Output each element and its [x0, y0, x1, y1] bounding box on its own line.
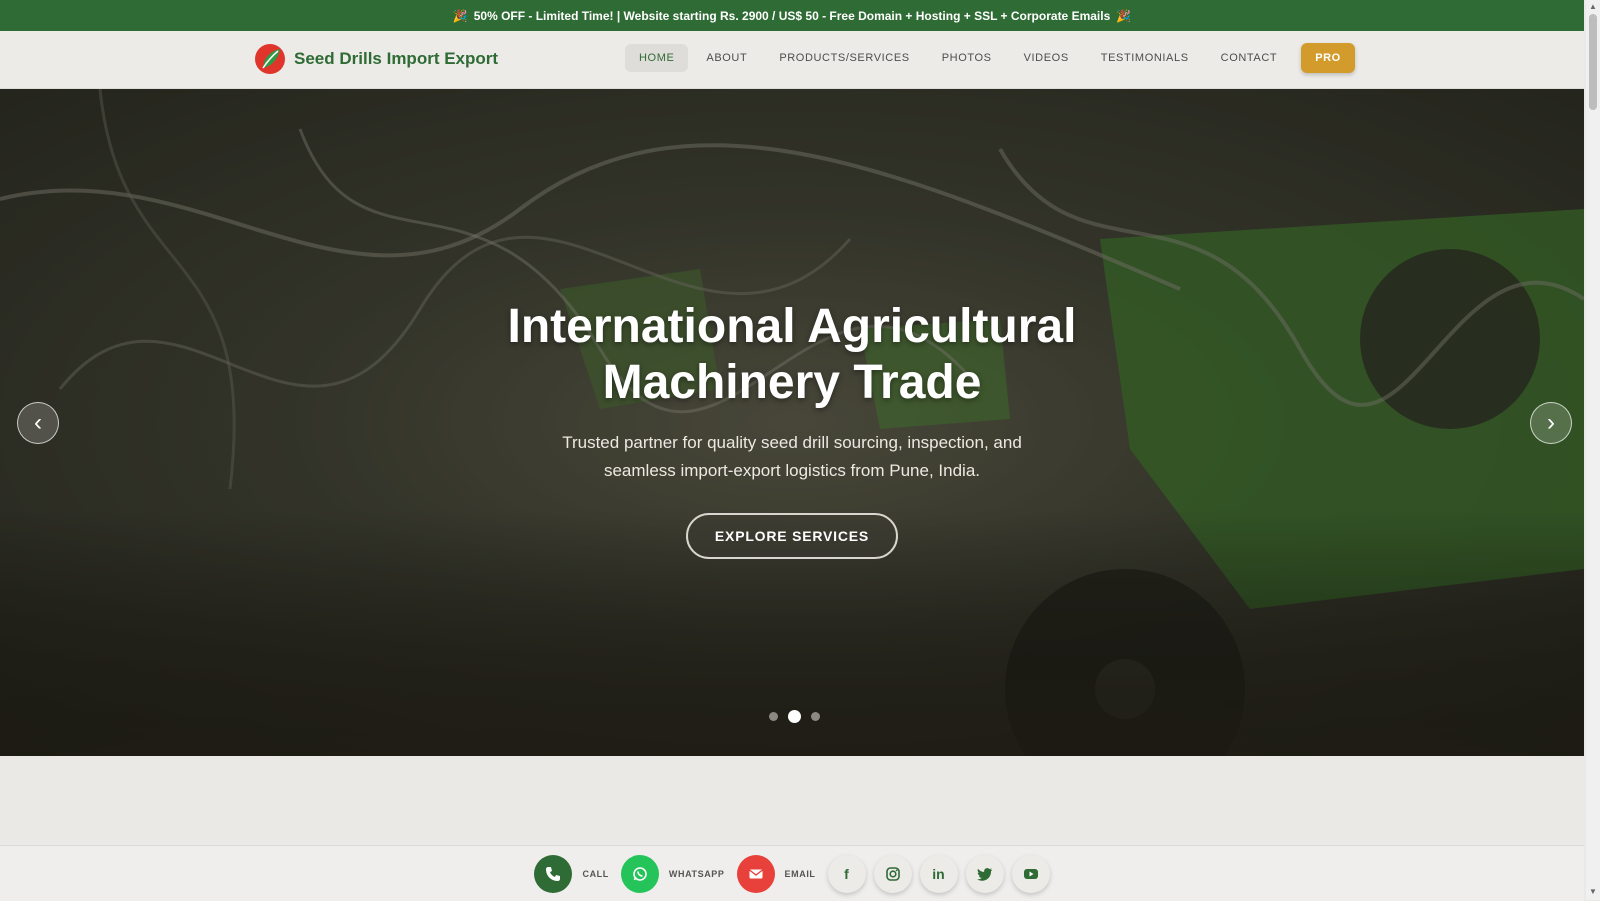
nav-testimonials[interactable]: TESTIMONIALS — [1087, 44, 1203, 72]
call-label: CALL — [582, 868, 609, 879]
party-popper-icon: 🎉 — [1116, 8, 1132, 23]
email-button[interactable] — [736, 854, 775, 893]
envelope-icon — [748, 868, 763, 878]
email-action[interactable]: EMAIL — [736, 854, 816, 893]
party-popper-icon: 🎉 — [452, 8, 468, 23]
hero-subtitle: Trusted partner for quality seed drill s… — [562, 433, 1022, 480]
page-scrollbar[interactable]: ▲ ▼ — [1586, 0, 1600, 900]
whatsapp-button[interactable] — [620, 854, 659, 893]
hero-title: International Agricultural Machinery Tra… — [507, 300, 1077, 409]
scroll-down-icon[interactable]: ▼ — [1588, 887, 1598, 897]
phone-icon — [546, 866, 561, 881]
prev-slide-button[interactable]: ‹ — [17, 402, 59, 444]
contact-action-bar: CALL WHATSAPP EMAIL f in — [0, 845, 1584, 901]
next-slide-button[interactable]: › — [1530, 402, 1572, 444]
chevron-right-icon: › — [1547, 409, 1555, 436]
whatsapp-label: WHATSAPP — [668, 868, 725, 879]
slide-dot-3[interactable] — [811, 712, 820, 721]
scroll-up-icon[interactable]: ▲ — [1588, 2, 1598, 12]
instagram-button[interactable] — [873, 854, 912, 893]
call-button[interactable] — [534, 854, 573, 893]
site-header: Seed Drills Import Export HOME ABOUT PRO… — [0, 31, 1584, 89]
email-label: EMAIL — [784, 868, 816, 879]
chevron-left-icon: ‹ — [34, 409, 42, 436]
facebook-icon: f — [844, 865, 849, 882]
linkedin-icon: in — [932, 865, 945, 882]
nav-videos[interactable]: VIDEOS — [1010, 44, 1083, 72]
youtube-button[interactable] — [1011, 854, 1050, 893]
hero-slider: International Agricultural Machinery Tra… — [0, 89, 1584, 756]
nav-photos[interactable]: PHOTOS — [928, 44, 1006, 72]
whatsapp-action[interactable]: WHATSAPP — [620, 854, 725, 893]
promo-text: 50% OFF - Limited Time! | Website starti… — [473, 8, 1111, 23]
scroll-thumb[interactable] — [1589, 14, 1597, 110]
slide-dot-1[interactable] — [769, 712, 778, 721]
brand-logo-link[interactable]: Seed Drills Import Export — [254, 43, 498, 75]
brand-name: Seed Drills Import Export — [294, 49, 499, 68]
pro-button[interactable]: PRO — [1301, 43, 1355, 73]
twitter-icon — [976, 867, 992, 881]
nav-home[interactable]: HOME — [625, 44, 689, 72]
whatsapp-icon — [633, 866, 647, 881]
hero-content: International Agricultural Machinery Tra… — [0, 89, 1584, 756]
main-nav: HOME ABOUT PRODUCTS/SERVICES PHOTOS VIDE… — [625, 43, 1355, 73]
slide-dot-2[interactable] — [788, 710, 801, 723]
twitter-button[interactable] — [965, 854, 1004, 893]
nav-contact[interactable]: CONTACT — [1207, 44, 1292, 72]
youtube-icon — [1023, 868, 1038, 879]
explore-services-button[interactable]: EXPLORE SERVICES — [685, 513, 899, 559]
nav-about[interactable]: ABOUT — [692, 44, 761, 72]
nav-products-services[interactable]: PRODUCTS/SERVICES — [765, 44, 923, 72]
promo-bar: 🎉 50% OFF - Limited Time! | Website star… — [0, 0, 1584, 31]
leaf-logo-icon — [255, 44, 285, 74]
instagram-icon — [885, 866, 900, 881]
facebook-button[interactable]: f — [827, 854, 866, 893]
call-action[interactable]: CALL — [534, 854, 609, 893]
linkedin-button[interactable]: in — [919, 854, 958, 893]
slide-indicators — [769, 710, 820, 723]
